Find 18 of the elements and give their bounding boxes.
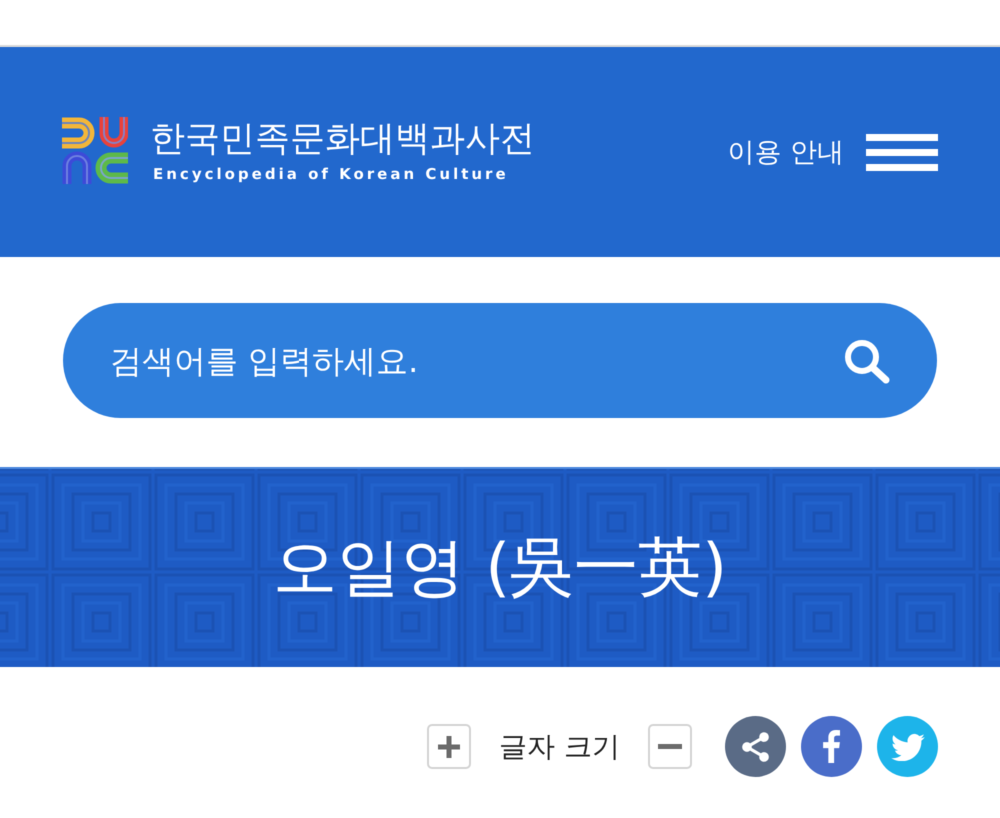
- f-logo-icon: [823, 730, 840, 763]
- font-decrease-button[interactable]: [648, 724, 692, 769]
- menu-icon: [866, 134, 938, 170]
- plus-icon: [438, 736, 460, 758]
- search-button[interactable]: [844, 340, 890, 384]
- article-title: 오일영 (吳一英): [272, 530, 728, 606]
- logo-icon: [62, 116, 128, 184]
- site-title: 한국민족문화대백과사전: [150, 118, 535, 161]
- site-subtitle: Encyclopedia of Korean Culture: [153, 165, 510, 183]
- font-increase-button[interactable]: [427, 724, 472, 769]
- guide-link[interactable]: 이용 안내: [727, 134, 844, 170]
- search-icon: [844, 340, 890, 384]
- bird-icon: [890, 732, 924, 760]
- font-size-label: 글자 크기: [499, 728, 620, 764]
- menu-button[interactable]: [866, 134, 938, 170]
- share-icon: [742, 732, 769, 762]
- minus-icon: [658, 744, 682, 749]
- search-field[interactable]: 검색어를 입력하세요.: [63, 303, 937, 418]
